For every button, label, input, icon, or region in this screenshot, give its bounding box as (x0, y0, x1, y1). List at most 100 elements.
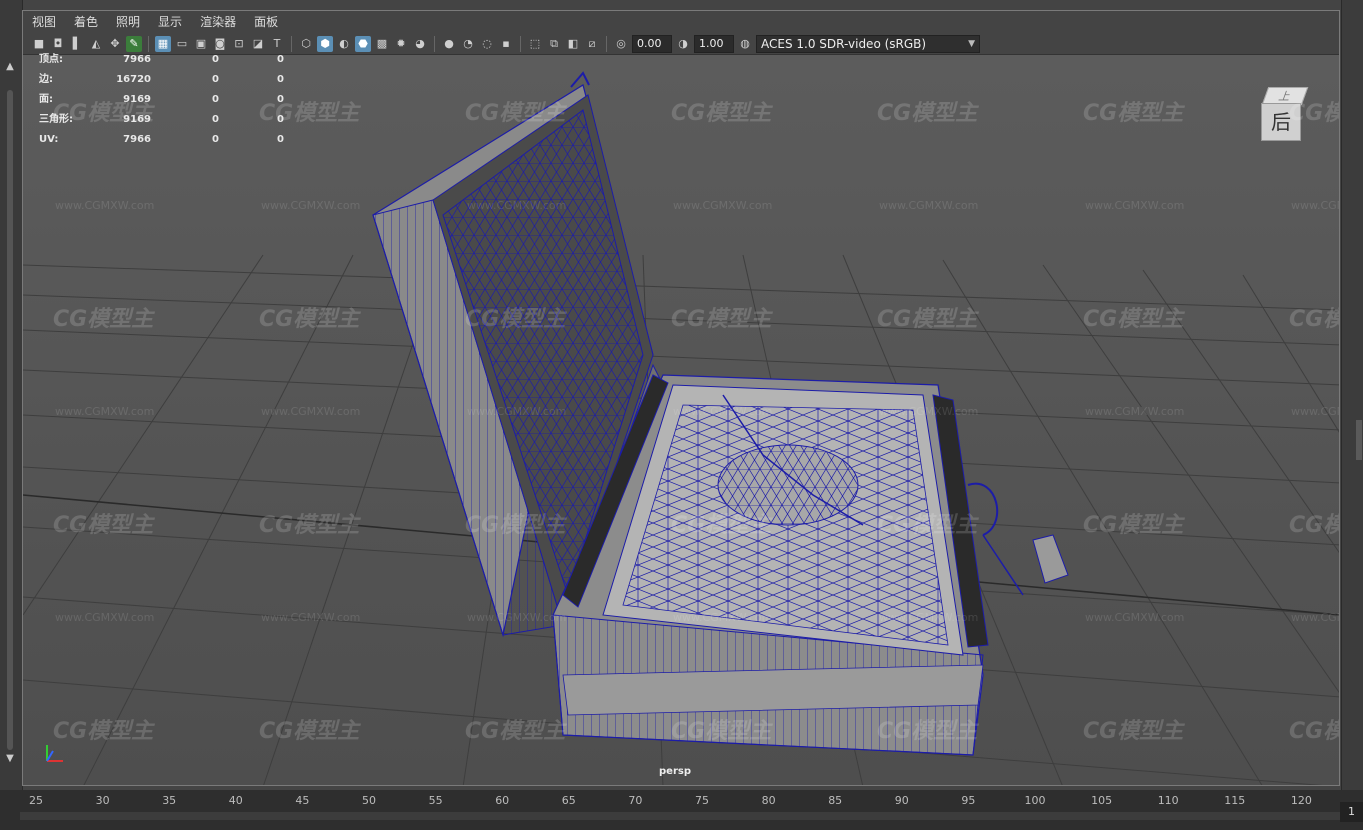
hud-row-triangles: 三角形: 9169 0 0 (39, 115, 299, 135)
camera-attributes-icon[interactable]: ◘ (50, 36, 66, 52)
grid-icon[interactable]: ▦ (155, 35, 171, 52)
hud-label: 顶点: (39, 54, 63, 65)
hud-row-edges: 边: 16720 0 0 (39, 75, 299, 95)
isolate-select-icon[interactable]: ⬚ (527, 36, 543, 52)
hud-label: UV: (39, 134, 59, 145)
menu-panels[interactable]: 面板 (245, 11, 287, 33)
wireframe-on-shaded-icon[interactable]: ⬣ (355, 35, 371, 52)
hud-row-faces: 面: 9169 0 0 (39, 95, 299, 115)
shadows-icon[interactable]: ◕ (412, 36, 428, 52)
menu-lighting[interactable]: 照明 (107, 11, 149, 33)
hud-value: 7966 (123, 54, 151, 65)
menu-renderer[interactable]: 渲染器 (191, 11, 245, 33)
textured-icon[interactable]: ▩ (374, 36, 390, 52)
film-gate-icon[interactable]: ▭ (174, 36, 190, 52)
field-chart-icon[interactable]: ⊡ (231, 36, 247, 52)
camera-select-icon[interactable]: ■ (31, 36, 47, 52)
time-tick-label: 90 (894, 794, 909, 807)
hud-value: 0 (212, 134, 219, 145)
toolbar-separator (520, 35, 521, 52)
scene-viewport[interactable] (23, 55, 1340, 786)
scroll-up-icon[interactable]: ▲ (3, 60, 17, 74)
poly-count-hud: 顶点: 7966 0 0 边: 16720 0 0 面: 9169 0 0 三角… (39, 55, 299, 155)
time-tick-label: 65 (561, 794, 576, 807)
chevron-down-icon: ▼ (968, 38, 975, 49)
exposure-icon[interactable]: ◎ (613, 36, 629, 52)
hud-value: 9169 (123, 114, 151, 125)
toolbar-separator (606, 35, 607, 52)
wireframe-icon[interactable]: ⬡ (298, 36, 314, 52)
bookmark-icon[interactable]: ▌ (69, 36, 85, 52)
time-tick-label: 120 (1290, 794, 1312, 807)
toolbar-separator (291, 35, 292, 52)
time-tick-label: 100 (1024, 794, 1046, 807)
xray-icon[interactable]: ⧉ (546, 36, 562, 52)
exposure-field[interactable]: 0.00 (632, 34, 672, 53)
gamma-icon[interactable]: ◑ (675, 36, 691, 52)
hud-value: 9169 (123, 94, 151, 105)
motion-blur-icon[interactable]: ◔ (460, 36, 476, 52)
time-tick-label: 110 (1157, 794, 1179, 807)
grease-pencil-icon[interactable]: ✎ (126, 35, 142, 52)
hud-value: 0 (212, 74, 219, 85)
two-d-pan-zoom-icon[interactable]: ✥ (107, 36, 123, 52)
xray-active-icon[interactable]: ⧄ (584, 36, 600, 52)
hud-value: 0 (277, 54, 284, 65)
panel-toolbar: ■ ◘ ▌ ◭ ✥ ✎ ▦ ▭ ▣ ◙ ⊡ ◪ T ⬡ ⬢ ◐ ⬣ ▩ ✹ ◕ … (23, 33, 1339, 55)
time-slider-ticks: 25 30 35 40 45 50 55 60 65 70 75 80 85 90 95 100 105 110 1… (0, 790, 1340, 816)
hud-label: 边: (39, 74, 53, 85)
time-tick-label: 105 (1091, 794, 1113, 807)
screen-space-ao-icon[interactable]: ● (441, 36, 457, 52)
image-plane-icon[interactable]: ◭ (88, 36, 104, 52)
scroll-down-icon[interactable]: ▼ (3, 752, 17, 766)
hud-value: 16720 (116, 74, 151, 85)
color-management-icon[interactable]: ◍ (737, 36, 753, 52)
time-tick-label: 25 (29, 794, 43, 807)
time-tick-label: 60 (495, 794, 510, 807)
color-space-dropdown[interactable]: ACES 1.0 SDR-video (sRGB) ▼ (756, 34, 980, 53)
time-tick-label: 80 (761, 794, 776, 807)
view-cube[interactable]: 上 后 (1255, 85, 1309, 141)
hud-label: 三角形: (39, 114, 73, 125)
time-tick-label: 50 (362, 794, 376, 807)
right-side-panel (1341, 0, 1363, 790)
time-tick-label: 85 (828, 794, 843, 807)
menu-show[interactable]: 显示 (149, 11, 191, 33)
time-tick-label: 45 (295, 794, 310, 807)
time-tick-label: 115 (1224, 794, 1246, 807)
view-cube-back-face[interactable]: 后 (1261, 103, 1301, 141)
time-slider[interactable]: 25 30 35 40 45 50 55 60 65 70 75 80 85 90 95 100 105 110 1… (0, 790, 1363, 830)
time-tick-label: 30 (95, 794, 110, 807)
depth-of-field-icon[interactable]: ▪ (498, 36, 514, 52)
smooth-shade-icon[interactable]: ⬢ (317, 35, 333, 52)
viewport-panel[interactable]: 视图 着色 照明 显示 渲染器 面板 ■ ◘ ▌ ◭ ✥ ✎ ▦ ▭ ▣ ◙ ⊡… (22, 10, 1340, 786)
camera-name: persp (659, 766, 691, 777)
color-space-value: ACES 1.0 SDR-video (sRGB) (761, 36, 927, 51)
gamma-field[interactable]: 1.00 (694, 34, 734, 53)
right-panel-handle[interactable] (1356, 420, 1362, 460)
hud-row-vertices: 顶点: 7966 0 0 (39, 55, 299, 75)
menu-view[interactable]: 视图 (23, 11, 65, 33)
safe-action-icon[interactable]: ◪ (250, 36, 266, 52)
hud-value: 0 (277, 94, 284, 105)
xray-joints-icon[interactable]: ◧ (565, 36, 581, 52)
hud-value: 0 (277, 74, 284, 85)
toolbar-separator (434, 35, 435, 52)
left-scrollbar[interactable] (7, 90, 13, 750)
resolution-gate-icon[interactable]: ▣ (193, 36, 209, 52)
hud-value: 7966 (123, 134, 151, 145)
hud-value: 0 (277, 114, 284, 125)
current-frame-field[interactable]: 1 (1340, 802, 1363, 822)
axis-indicator-icon (46, 745, 63, 762)
safe-title-icon[interactable]: T (269, 36, 285, 52)
hud-value: 0 (277, 134, 284, 145)
lights-icon[interactable]: ✹ (393, 36, 409, 52)
time-tick-label: 55 (428, 794, 443, 807)
time-tick-label: 70 (628, 794, 643, 807)
anti-aliasing-icon[interactable]: ◌ (479, 36, 495, 52)
panel-menubar: 视图 着色 照明 显示 渲染器 面板 (23, 11, 1339, 33)
time-tick-label: 35 (162, 794, 177, 807)
gate-mask-icon[interactable]: ◙ (212, 36, 228, 52)
menu-shading[interactable]: 着色 (65, 11, 107, 33)
default-material-icon[interactable]: ◐ (336, 36, 352, 52)
